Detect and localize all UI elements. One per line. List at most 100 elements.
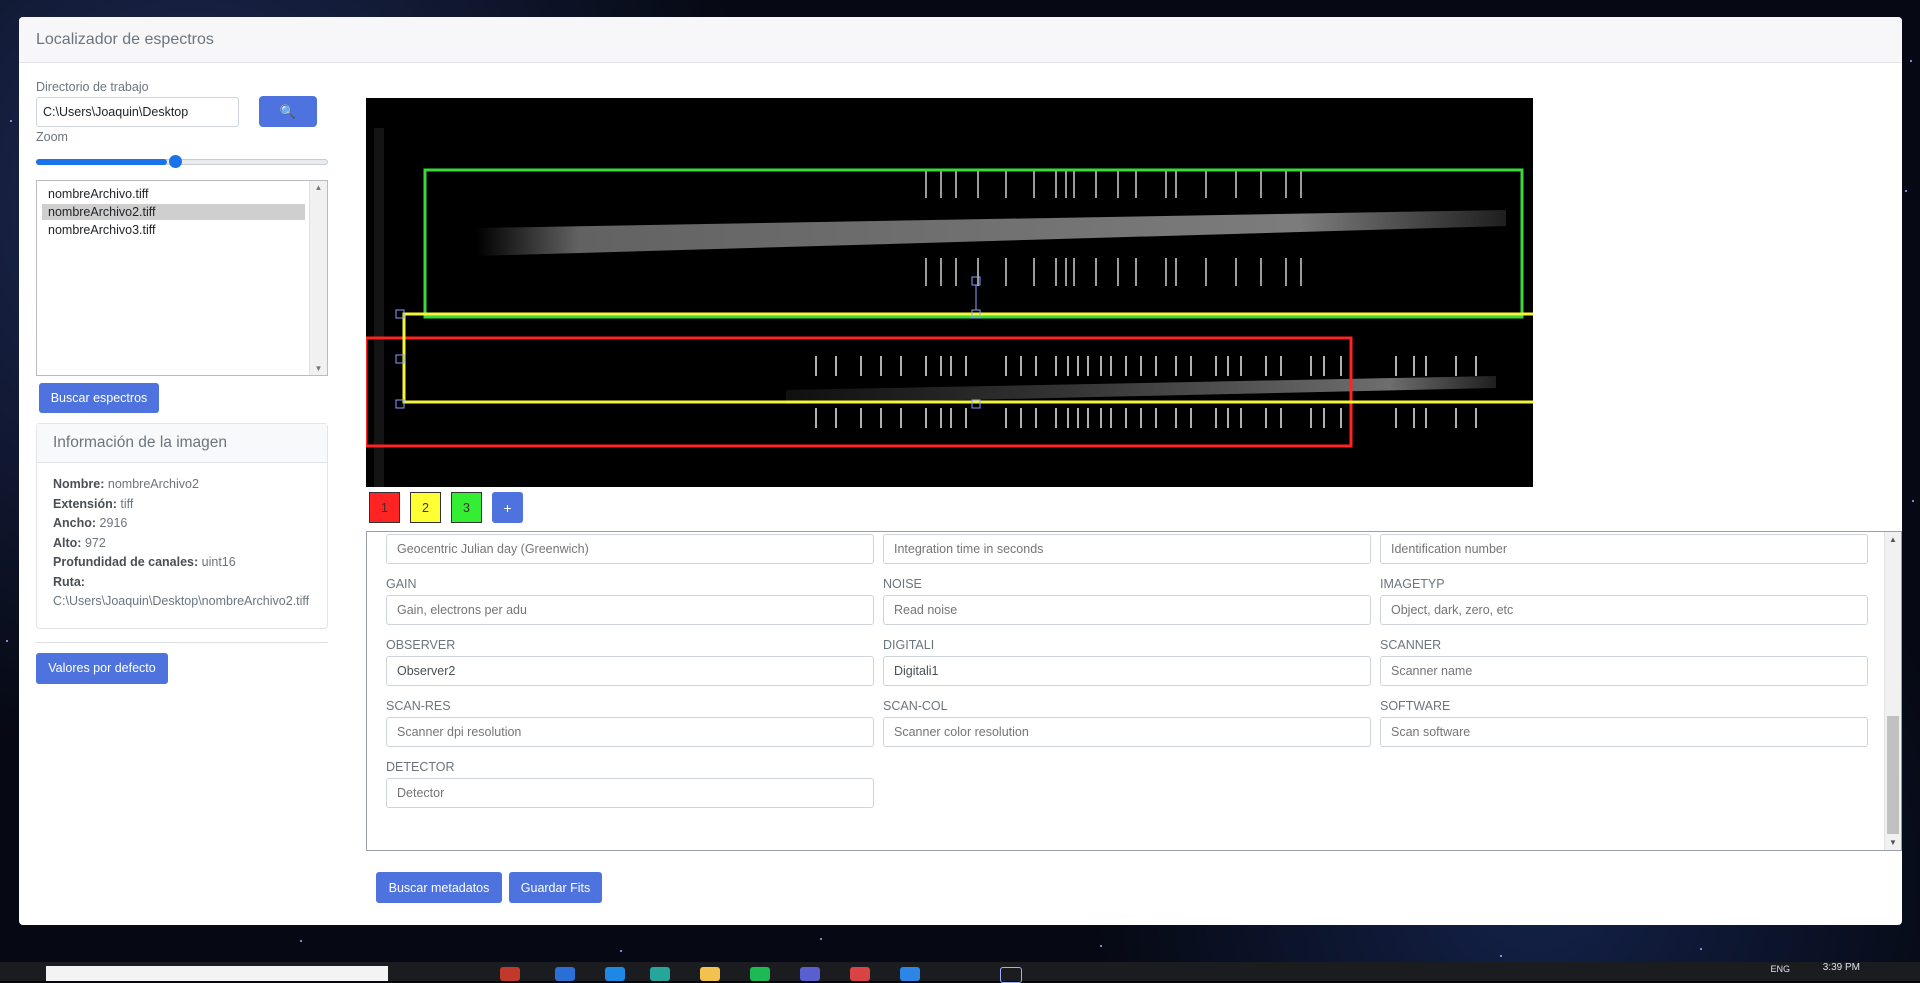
app-icon[interactable] [800,967,820,981]
app-icon[interactable] [750,967,770,981]
file-list-item[interactable]: nombreArchivo2.tiff [42,204,305,220]
spectrum-image-canvas[interactable] [366,98,1533,487]
metadata-input[interactable] [883,534,1371,564]
image-extension: tiff [120,496,134,511]
metadata-field: OBSERVER [386,638,874,686]
zoom-slider-thumb[interactable] [169,155,182,168]
find-metadata-button[interactable]: Buscar metadatos [376,872,502,903]
metadata-row: DETECTOR [386,760,1868,808]
metadata-field: NOISE [883,577,1371,625]
metadata-input[interactable] [386,778,874,808]
left-panel: Directorio de trabajo 🔍 Zoom ▲ ▼ nombreA… [36,80,328,684]
app-icon[interactable] [555,967,575,981]
metadata-field: SCANNER [1380,638,1868,686]
star [10,120,12,122]
clock[interactable]: 3:39 PM [1823,962,1860,973]
app-icon[interactable] [650,967,670,981]
metadata-input[interactable] [1380,595,1868,625]
metadata-field-label: SCAN-RES [386,699,451,713]
scroll-down-icon[interactable]: ▼ [310,364,327,373]
metadata-input[interactable] [386,534,874,564]
metadata-input[interactable] [883,656,1371,686]
file-list-scrollbar[interactable]: ▲ ▼ [309,181,327,375]
metadata-field-label: NOISE [883,577,922,591]
star [1905,190,1907,192]
metadata-input[interactable] [1380,717,1868,747]
file-list-item[interactable]: nombreArchivo3.tiff [42,222,305,238]
metadata-field: DIGITALI [883,638,1371,686]
image-info-title: Información de la imagen [37,424,327,463]
metadata-field-label: DETECTOR [386,760,455,774]
app-title: Localizador de espectros [19,17,1902,63]
star [1700,948,1702,950]
app-icon[interactable] [605,967,625,981]
metadata-input[interactable] [386,595,874,625]
metadata-input[interactable] [1380,534,1868,564]
metadata-field [883,532,1371,564]
star [620,950,622,952]
metadata-field: SOFTWARE [1380,699,1868,747]
metadata-field: SCAN-COL [883,699,1371,747]
main-window: Localizador de espectros Directorio de t… [19,17,1902,925]
save-fits-button[interactable]: Guardar Fits [509,872,602,903]
spectrum-image [366,128,1533,487]
metadata-field: DETECTOR [386,760,874,808]
region-button-2[interactable]: 2 [410,492,441,523]
app-icon[interactable] [500,967,520,981]
metadata-input[interactable] [1380,656,1868,686]
star [1100,945,1102,947]
metadata-input[interactable] [883,595,1371,625]
metadata-input[interactable] [386,717,874,747]
metadata-row [386,532,1868,564]
star [1500,955,1502,957]
image-depth: uint16 [201,555,236,569]
scroll-up-icon[interactable]: ▲ [1885,535,1901,544]
search-icon: 🔍 [279,103,297,119]
metadata-field-label: DIGITALI [883,638,935,652]
language-indicator[interactable]: ENG [1770,964,1790,974]
region-button-3[interactable]: 3 [451,492,482,523]
region-buttons: 1 2 3 + [369,492,523,523]
star [1912,500,1914,502]
workdir-input[interactable] [36,96,239,127]
metadata-field: SCAN-RES [386,699,874,747]
metadata-scrollbar[interactable]: ▲ ▼ [1884,532,1901,850]
zoom-label: Zoom [36,130,68,144]
app-icon[interactable] [850,967,870,981]
scroll-up-icon[interactable]: ▲ [310,183,327,192]
folder-icon[interactable] [700,967,720,981]
metadata-panel[interactable]: GAIN NOISE IMAGETYP OBSERVER DIGITALI SCANNER… [366,531,1902,851]
metadata-field-label: OBSERVER [386,638,456,652]
metadata-row: GAIN NOISE IMAGETYP [386,577,1868,625]
image-height: 972 [84,535,106,550]
metadata-input[interactable] [386,656,874,686]
image-info-card: Información de la imagen Nombre: nombreA… [36,423,328,629]
metadata-field: IMAGETYP [1380,577,1868,625]
region-button-1[interactable]: 1 [369,492,400,523]
metadata-field-label: SCAN-COL [883,699,948,713]
workdir-label: Directorio de trabajo [36,80,149,94]
file-list[interactable]: ▲ ▼ nombreArchivo.tiff nombreArchivo2.tif… [36,180,328,376]
find-spectra-button[interactable]: Buscar espectros [39,383,159,413]
metadata-field: GAIN [386,577,874,625]
metadata-row: OBSERVER DIGITALI SCANNER [386,638,1868,686]
star [6,640,8,642]
star [300,940,302,942]
scrollbar-thumb[interactable] [1887,716,1899,834]
metadata-field-label: SOFTWARE [1380,699,1451,713]
metadata-field-label: IMAGETYP [1380,577,1445,591]
metadata-input[interactable] [883,717,1371,747]
browse-button[interactable]: 🔍 [259,96,317,127]
divider [36,641,328,643]
zoom-slider[interactable] [36,148,328,172]
defaults-button[interactable]: Valores por defecto [36,652,168,684]
add-region-button[interactable]: + [492,492,523,523]
metadata-field [386,532,874,564]
app-icon[interactable] [900,967,920,981]
star [1910,60,1912,62]
scroll-down-icon[interactable]: ▼ [1885,838,1901,847]
taskbar-search[interactable] [46,966,388,981]
taskbar: ENG 3:39 PM [0,962,1920,983]
file-list-item[interactable]: nombreArchivo.tiff [42,186,305,202]
metadata-field-label: GAIN [386,577,417,591]
